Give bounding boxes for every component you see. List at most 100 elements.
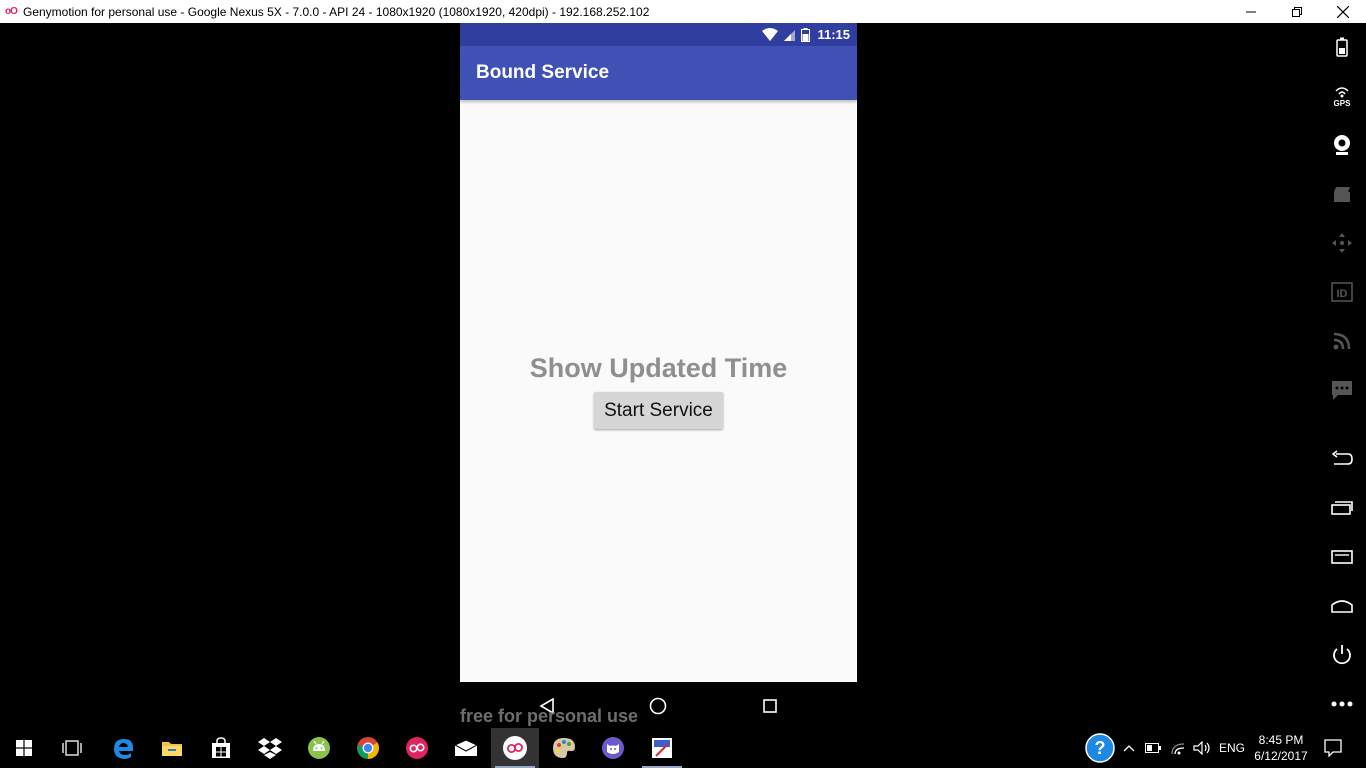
activity-content: Show Updated Time Start Service [460, 100, 857, 682]
webcam-widget-button[interactable] [1329, 132, 1355, 158]
task-view-button[interactable] [48, 728, 96, 768]
action-center-button[interactable] [1315, 728, 1351, 768]
sms-icon [1332, 381, 1352, 400]
taskbar-store[interactable] [197, 728, 245, 768]
battery-widget-button[interactable] [1329, 34, 1355, 60]
svg-text:GPS: GPS [1334, 99, 1352, 107]
android-screen[interactable]: 11:15 Bound Service Show Updated Time St… [460, 23, 857, 682]
svg-text:oO: oO [515, 747, 517, 749]
android-studio-icon [308, 737, 330, 759]
app-toolbar: Bound Service [460, 46, 857, 100]
device-id-widget-button[interactable]: ID [1329, 279, 1355, 305]
android-home-button[interactable] [1329, 593, 1355, 619]
taskbar-android-studio[interactable] [295, 728, 343, 768]
power-icon [1333, 645, 1351, 665]
github-cat-icon [602, 737, 624, 759]
home-circle-icon [649, 697, 667, 715]
start-service-button[interactable]: Start Service [594, 392, 723, 429]
status-time: 11:15 [817, 27, 850, 42]
android-menu-button[interactable] [1329, 544, 1355, 570]
taskbar-paint[interactable] [540, 728, 588, 768]
folder-icon [162, 742, 182, 756]
remote-control-widget-button[interactable] [1329, 230, 1355, 256]
recent-apps-icon [1331, 501, 1353, 515]
personal-use-watermark: free for personal use [460, 706, 639, 726]
taskbar-file-explorer[interactable] [148, 728, 196, 768]
recents-square-icon [763, 699, 777, 713]
window-titlebar: oO Genymotion for personal use - Google … [0, 0, 1366, 23]
svg-text:ID: ID [1337, 288, 1348, 300]
close-icon [1337, 5, 1349, 18]
close-button[interactable] [1320, 0, 1366, 23]
cellular-signal-icon [784, 29, 796, 41]
gps-icon: GPS [1334, 87, 1352, 107]
genymotion-launcher-icon [406, 737, 428, 759]
clock-date: 6/12/2017 [1254, 749, 1308, 763]
taskbar-github-desktop[interactable] [589, 728, 637, 768]
windows-logo-icon [16, 740, 32, 756]
android-back-button[interactable] [1329, 445, 1355, 471]
tray-overflow-button[interactable] [1119, 728, 1139, 768]
tray-volume[interactable] [1190, 728, 1214, 768]
restore-button[interactable] [1274, 0, 1320, 23]
task-view-icon [62, 740, 82, 756]
taskbar-chrome[interactable] [344, 728, 392, 768]
genymotion-logo-icon: oO [5, 6, 18, 17]
taskbar-help[interactable]: ? [1081, 728, 1119, 768]
nav-home-button[interactable] [647, 695, 669, 717]
network-widget-button[interactable] [1329, 328, 1355, 354]
menu-icon [1331, 550, 1353, 564]
taskbar-genymotion-launcher[interactable] [393, 728, 441, 768]
updated-time-label: Show Updated Time [529, 353, 788, 383]
gps-widget-button[interactable]: GPS [1329, 83, 1355, 109]
paint-palette-icon [553, 738, 575, 758]
battery-status-icon [801, 27, 811, 42]
battery-icon [1336, 37, 1348, 57]
android-recent-apps-button[interactable] [1329, 495, 1355, 521]
capture-icon [1334, 187, 1350, 202]
taskbar-genymotion-player[interactable]: oO [491, 728, 539, 768]
taskbar-mail[interactable] [442, 728, 490, 768]
tray-language[interactable]: ENG [1219, 728, 1245, 768]
tray-clock[interactable]: 8:45 PM 6/12/2017 [1250, 732, 1312, 764]
nav-recents-button[interactable] [759, 695, 781, 717]
battery-tray-icon [1145, 743, 1161, 753]
svg-text:?: ? [1095, 738, 1106, 758]
start-button[interactable] [0, 728, 48, 768]
taskbar-snipping-tool[interactable] [638, 728, 686, 768]
taskbar-edge[interactable] [99, 728, 147, 768]
windows-taskbar: oO ? ENG 8:45 PM 6/12/2017 [0, 728, 1366, 768]
capture-widget-button[interactable] [1329, 181, 1355, 207]
minimize-icon [1246, 11, 1256, 12]
notification-icon [1324, 739, 1342, 757]
chrome-icon [357, 737, 379, 759]
mail-icon [454, 739, 478, 756]
help-icon: ? [1085, 733, 1115, 763]
sms-widget-button[interactable] [1329, 377, 1355, 403]
clock-time: 8:45 PM [1258, 733, 1304, 747]
app-title: Bound Service [476, 62, 610, 83]
more-icon [1331, 701, 1353, 707]
dropbox-icon [258, 738, 282, 759]
speaker-icon [1193, 741, 1210, 755]
minimize-button[interactable] [1228, 0, 1274, 23]
tray-network[interactable] [1166, 728, 1190, 768]
back-icon [1331, 450, 1353, 465]
chevron-up-icon [1123, 745, 1135, 752]
taskbar-dropbox[interactable] [246, 728, 294, 768]
tray-battery[interactable] [1141, 728, 1165, 768]
remote-control-icon [1332, 233, 1352, 253]
edge-icon [114, 739, 133, 759]
store-bag-icon [212, 737, 230, 758]
webcam-icon [1334, 135, 1350, 155]
genymotion-side-toolbar: GPS ID [1316, 23, 1366, 728]
device-id-icon: ID [1331, 282, 1353, 302]
more-options-button[interactable] [1329, 691, 1355, 717]
restore-icon [1292, 6, 1302, 17]
snipping-tool-icon [652, 738, 672, 758]
window-title: Genymotion for personal use - Google Nex… [23, 4, 650, 19]
power-button[interactable] [1329, 642, 1355, 668]
wifi-tray-icon [1171, 743, 1185, 755]
wifi-icon [762, 27, 779, 41]
window-controls [1228, 0, 1366, 23]
